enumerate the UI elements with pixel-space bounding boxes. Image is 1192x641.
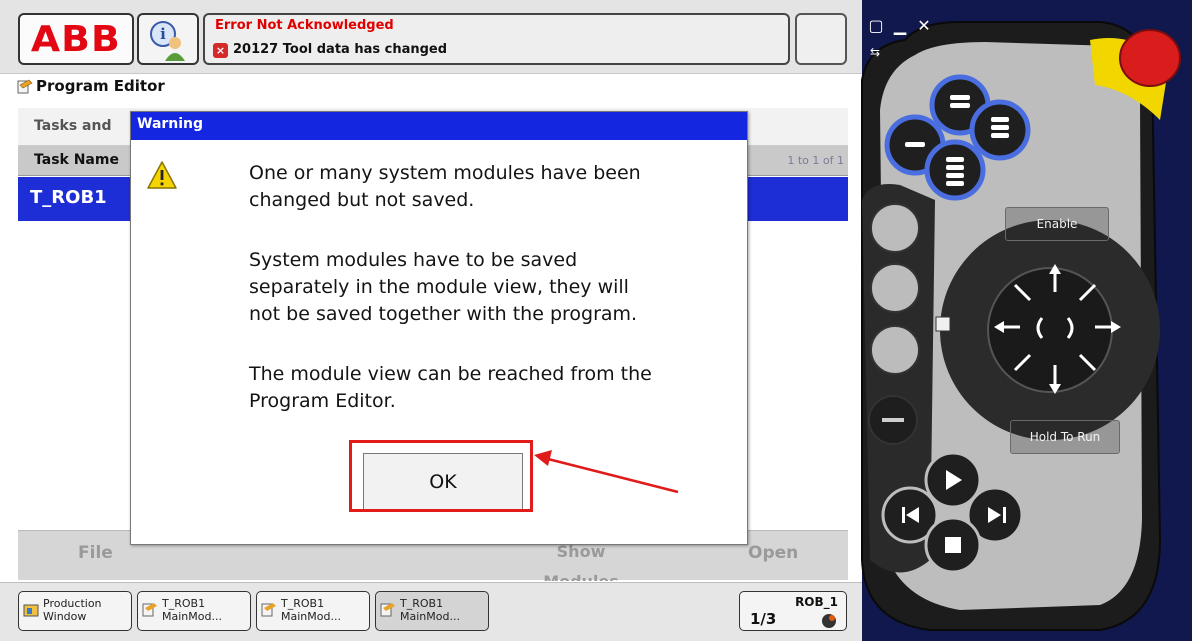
taskbar-item-line2: MainMod... bbox=[400, 610, 460, 623]
program-editor-icon bbox=[17, 79, 33, 94]
tasks-header-label: Tasks and bbox=[34, 118, 112, 134]
program-editor-icon bbox=[261, 603, 276, 617]
event-message: 20127 Tool data has changed bbox=[233, 42, 448, 57]
taskbar-production-window[interactable]: Production Window bbox=[18, 591, 132, 631]
restore-icon[interactable]: ▢ bbox=[868, 16, 884, 35]
dialog-titlebar: Warning bbox=[131, 112, 747, 140]
program-editor-icon bbox=[380, 603, 395, 617]
svg-text:i: i bbox=[160, 25, 166, 43]
warning-dialog: Warning One or many system modules have … bbox=[130, 111, 748, 545]
view-title: Program Editor bbox=[36, 77, 165, 95]
event-title: Error Not Acknowledged bbox=[215, 18, 394, 33]
ok-button[interactable]: OK bbox=[363, 453, 523, 510]
taskbar-program-editor-1[interactable]: T_ROB1 MainMod... bbox=[137, 591, 251, 631]
taskbar-item-line2: MainMod... bbox=[281, 610, 341, 623]
swap-icon[interactable]: ⇆ bbox=[870, 45, 880, 59]
error-icon: × bbox=[213, 43, 228, 58]
operator-status-button[interactable]: i bbox=[137, 13, 199, 65]
taskbar-item-line1: T_ROB1 bbox=[400, 597, 444, 610]
top-status-bar: ABB i Error Not Acknowledged × 20127 Too… bbox=[0, 0, 862, 74]
open-button[interactable]: Open bbox=[748, 543, 798, 563]
operator-info-icon: i bbox=[150, 21, 185, 61]
robot-unit-label: ROB_1 bbox=[795, 595, 838, 609]
virtual-flexpendant-device bbox=[862, 0, 1192, 641]
view-close-button[interactable] bbox=[795, 13, 847, 65]
taskbar-program-editor-2[interactable]: T_ROB1 MainMod... bbox=[256, 591, 370, 631]
taskbar-program-editor-3[interactable]: T_ROB1 MainMod... bbox=[375, 591, 489, 631]
task-name-cell: T_ROB1 bbox=[30, 187, 107, 208]
warning-icon bbox=[147, 161, 177, 189]
production-window-icon bbox=[23, 604, 39, 617]
dialog-message-3: The module view can be reached from the … bbox=[249, 363, 652, 412]
enable-button[interactable]: Enable bbox=[1005, 207, 1109, 241]
taskbar-item-line1: T_ROB1 bbox=[281, 597, 325, 610]
minimize-icon[interactable]: ▁ bbox=[892, 16, 908, 35]
hold-to-run-button[interactable]: Hold To Run bbox=[1010, 420, 1120, 454]
dialog-message-1: One or many system modules have been cha… bbox=[249, 162, 641, 211]
dialog-message-2: System modules have to be saved separate… bbox=[249, 249, 638, 325]
taskbar-item-line1: T_ROB1 bbox=[162, 597, 206, 610]
robot-icon bbox=[822, 614, 836, 628]
taskbar: Production Window T_ROB1 MainMod... T_ROB1… bbox=[0, 582, 862, 641]
taskbar-item-line1: Production bbox=[43, 597, 102, 610]
program-editor-icon bbox=[142, 603, 157, 617]
abb-logo: ABB bbox=[30, 18, 122, 60]
close-icon[interactable]: ✕ bbox=[916, 16, 932, 35]
column-header-task-name: Task Name bbox=[34, 152, 119, 168]
window-controls: ▢ ▁ ✕ bbox=[868, 16, 932, 35]
taskbar-item-line2: Window bbox=[43, 610, 87, 623]
quickset-robot-button[interactable]: ROB_1 1/3 bbox=[739, 591, 847, 631]
file-menu-button[interactable]: File bbox=[78, 543, 113, 563]
abb-menu-button[interactable]: ABB bbox=[18, 13, 134, 65]
dialog-title: Warning bbox=[137, 116, 204, 132]
taskbar-item-line2: MainMod... bbox=[162, 610, 222, 623]
page-count: 1 to 1 of 1 bbox=[787, 154, 844, 167]
event-message-box[interactable]: Error Not Acknowledged × 20127 Tool data… bbox=[203, 13, 790, 65]
quickset-increment: 1/3 bbox=[750, 610, 777, 628]
